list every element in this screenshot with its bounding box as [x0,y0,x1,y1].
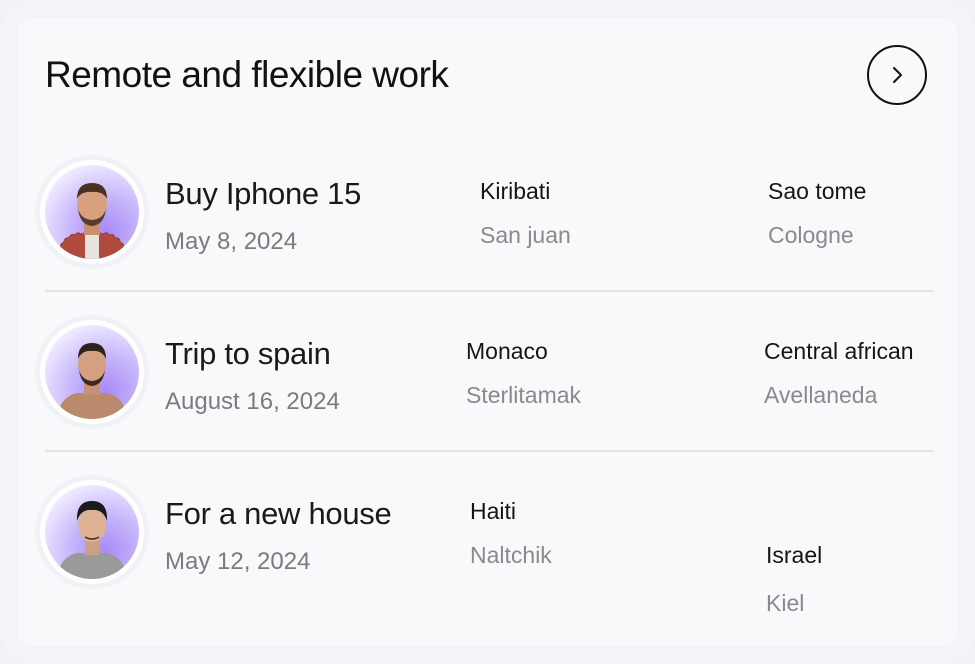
location-secondary: Kiel [766,590,805,616]
item-title: Buy Iphone 15 [165,176,362,211]
location-secondary: Cologne [768,222,854,248]
location-secondary: Naltchik [470,542,552,568]
location-primary: Haiti [470,498,517,524]
avatar [45,325,139,419]
location-primary: Sao tome [768,178,867,204]
item-date: May 8, 2024 [165,228,298,255]
divider [45,450,933,452]
card: Remote and flexible work Buy Iphone 15 M… [0,0,975,664]
location-primary: Central african [764,338,914,364]
location-primary: Kiribati [480,178,551,204]
location-secondary: Avellaneda [764,382,878,408]
item-date: August 16, 2024 [165,388,340,415]
avatar [45,165,139,259]
item-date: May 12, 2024 [165,548,311,575]
location-primary: Israel [766,542,823,568]
list-item[interactable]: For a new house May 12, 2024 Haiti Naltc… [0,480,975,640]
chevron-right-icon [893,67,902,83]
location-secondary: San juan [480,222,571,248]
item-title: Trip to spain [165,336,331,371]
card-title: Remote and flexible work [45,54,449,95]
location-primary: Monaco [466,338,548,364]
list-item[interactable]: Trip to spain August 16, 2024 Monaco Ste… [0,320,975,480]
item-title: For a new house [165,496,392,531]
location-secondary: Sterlitamak [466,382,582,408]
list-item[interactable]: Buy Iphone 15 May 8, 2024 Kiribati San j… [0,160,975,320]
avatar [45,485,139,579]
next-button[interactable] [867,45,927,105]
divider [45,290,933,292]
